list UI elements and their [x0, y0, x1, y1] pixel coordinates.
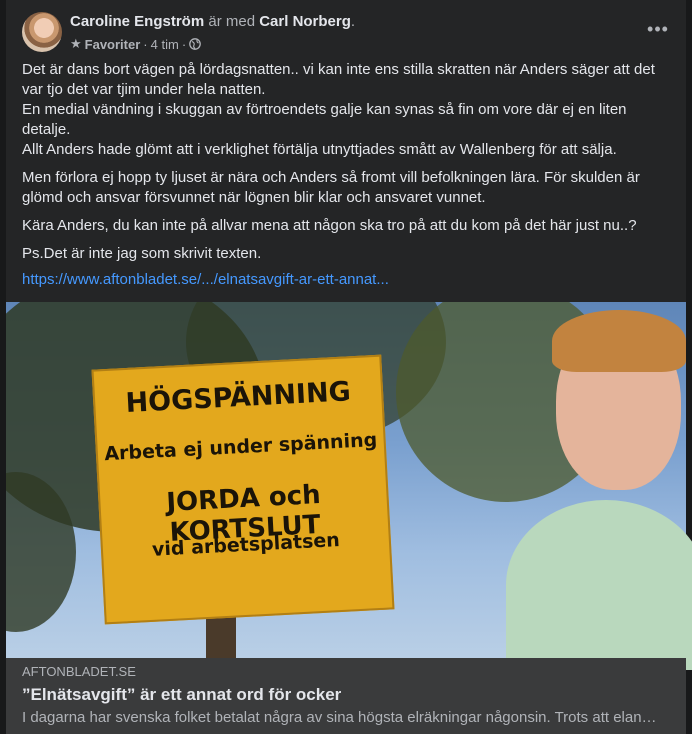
post-meta: ★ Favoriter · 4 tim ·	[70, 36, 202, 52]
warning-sign: HÖGSPÄNNING Arbeta ej under spänning JOR…	[91, 354, 395, 625]
post-paragraph: Kära Anders, du kan inte på allvar mena …	[22, 217, 637, 234]
post-paragraph: Men förlora ej hopp ty ljuset är nära oc…	[22, 169, 640, 206]
preview-domain: AFTONBLADET.SE	[22, 664, 136, 679]
author-name[interactable]: Caroline Engström	[70, 13, 204, 30]
post-body: Det är dans bort vägen på lördagsnatten.…	[22, 60, 670, 298]
post-paragraph: Det är dans bort vägen på lördagsnatten.…	[22, 61, 655, 98]
preview-description: I dagarna har svenska folket betalat någ…	[22, 709, 657, 726]
post-paragraph: Ps.Det är inte jag som skrivit texten.	[22, 245, 262, 262]
post-paragraph: Allt Anders hade glömt att i verklighet …	[22, 141, 617, 158]
article-link[interactable]: https://www.aftonbladet.se/.../elnatsavg…	[22, 271, 389, 288]
meta-dot: ·	[143, 36, 148, 52]
tagged-name[interactable]: Carl Norberg	[259, 13, 351, 30]
post-paragraph: En medial vändning i skuggan av förtroen…	[22, 101, 627, 138]
preview-title[interactable]: ”Elnätsavgift” är ett annat ord för ocke…	[22, 684, 670, 706]
person-photo	[506, 310, 692, 670]
author-line: Caroline Engström är med Carl Norberg.	[70, 13, 355, 30]
sign-text: Arbeta ej under spänning	[103, 428, 378, 466]
author-avatar[interactable]	[22, 12, 62, 52]
meta-dot-2: ·	[181, 36, 187, 52]
tagged-suffix: .	[350, 13, 356, 30]
star-icon: ★	[70, 36, 82, 51]
person-shirt	[506, 500, 692, 670]
sign-text: HÖGSPÄNNING	[124, 376, 352, 420]
person-hair	[552, 310, 686, 372]
post-header: Caroline Engström är med Carl Norberg. ★…	[22, 12, 672, 54]
with-text: är med	[208, 13, 256, 30]
post-time[interactable]: 4 tim	[151, 37, 179, 52]
globe-icon	[189, 38, 202, 50]
audience-label[interactable]: Favoriter	[85, 37, 141, 52]
sign-pole	[206, 612, 236, 662]
link-preview[interactable]: AFTONBLADET.SE ”Elnätsavgift” är ett ann…	[6, 658, 686, 734]
more-options-icon[interactable]: •••	[644, 20, 672, 44]
post-card: Caroline Engström är med Carl Norberg. ★…	[6, 0, 692, 734]
